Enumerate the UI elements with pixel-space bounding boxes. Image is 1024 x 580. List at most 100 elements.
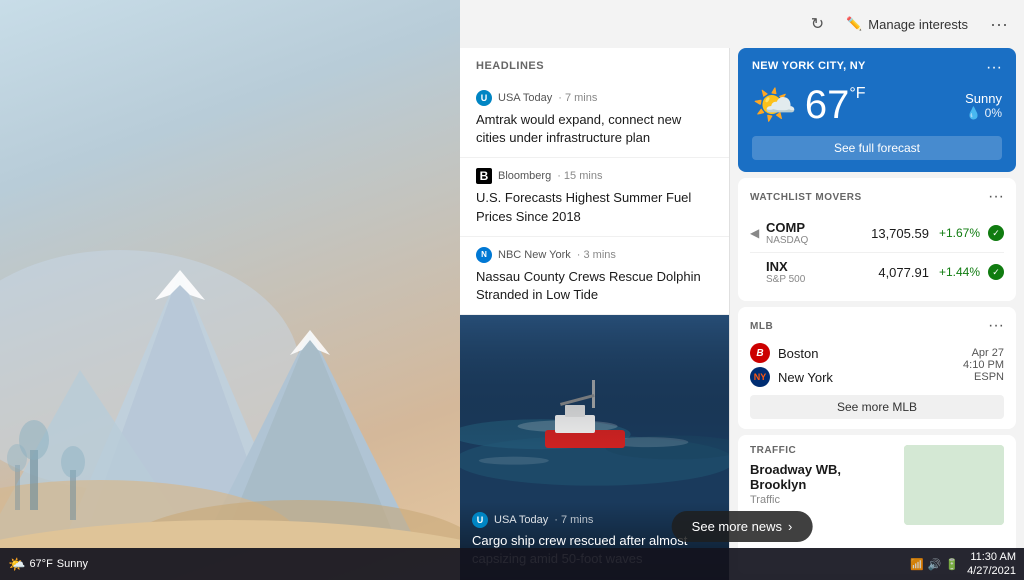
map-background bbox=[904, 445, 1004, 525]
weather-more-button[interactable]: ··· bbox=[986, 60, 1002, 76]
taskbar-weather-temp: 67°F bbox=[29, 558, 52, 570]
stock-info-comp: COMP NASDAQ bbox=[766, 220, 867, 246]
source-row-3: N NBC New York · 3 mins bbox=[476, 247, 713, 263]
stock-row-comp[interactable]: ◀ COMP NASDAQ 13,705.59 +1.67% ✓ bbox=[750, 214, 1004, 253]
sun-icon: 🌤️ bbox=[752, 84, 797, 126]
stock-info-inx: INX S&P 500 bbox=[766, 259, 874, 285]
content-area: HEADLINES U USA Today · 7 mins Amtrak wo… bbox=[460, 48, 1024, 580]
weather-unit: °F bbox=[849, 85, 865, 102]
taskbar-sun-icon: 🌤️ bbox=[8, 556, 25, 573]
mlb-title: MLB bbox=[750, 321, 773, 332]
bloomberg-logo: B bbox=[476, 168, 492, 184]
stock-symbol-comp: COMP bbox=[766, 220, 867, 235]
source-name-2: Bloomberg bbox=[498, 170, 551, 182]
taskbar-system-icons: 📶 🔊 🔋 bbox=[910, 558, 959, 571]
see-forecast-button[interactable]: See full forecast bbox=[752, 136, 1002, 160]
weather-temperature: 67 bbox=[805, 83, 850, 127]
team-logos: B Boston NY New York bbox=[750, 343, 858, 387]
weather-precip: 💧 0% bbox=[965, 106, 1002, 120]
taskbar-battery-icon: 🔋 bbox=[945, 558, 959, 571]
image-article-source: USA Today bbox=[494, 514, 548, 526]
source-row-1: U USA Today · 7 mins bbox=[476, 90, 713, 106]
headline-title-3: Nassau County Crews Rescue Dolphin Stran… bbox=[476, 268, 713, 304]
toolbar: ↻ ✏️ Manage interests ··· bbox=[460, 0, 1024, 48]
manage-interests-label: Manage interests bbox=[868, 17, 968, 32]
watchlist-more-button[interactable]: ··· bbox=[988, 188, 1004, 206]
see-more-news-arrow: › bbox=[788, 519, 792, 534]
stock-market-comp: NASDAQ bbox=[766, 235, 867, 246]
team-name-ny: New York bbox=[778, 370, 858, 385]
weather-temp-row: 🌤️ 67°F bbox=[752, 84, 866, 126]
see-more-news-label: See more news bbox=[692, 519, 782, 534]
source-time-3: · 3 mins bbox=[577, 249, 616, 261]
source-time-1: · 7 mins bbox=[558, 92, 597, 104]
taskbar-weather[interactable]: 🌤️ 67°F Sunny bbox=[8, 556, 88, 573]
traffic-info: TRAFFIC Broadway WB, Brooklyn Traffic bbox=[750, 445, 896, 564]
mlb-card-header: MLB ··· bbox=[750, 317, 1004, 335]
stock-nav-left: ◀ bbox=[750, 226, 762, 240]
stock-verify-comp: ✓ bbox=[988, 225, 1004, 241]
mlb-more-button[interactable]: ··· bbox=[988, 317, 1004, 335]
traffic-label: Traffic bbox=[750, 494, 896, 506]
stock-symbol-inx: INX bbox=[766, 259, 874, 274]
watchlist-card-header: WATCHLIST MOVERS ··· bbox=[750, 188, 1004, 206]
team-row-boston: B Boston bbox=[750, 343, 858, 363]
weather-condition-label: Sunny bbox=[965, 91, 1002, 106]
nbc-logo: N bbox=[476, 247, 492, 263]
traffic-map[interactable]: Bushwick Houses bbox=[904, 445, 1004, 525]
weather-condition-info: Sunny 💧 0% bbox=[965, 91, 1002, 120]
game-info: B Boston NY New York Apr 27 4:10 PM ESPN bbox=[750, 343, 1004, 387]
taskbar-right: 📶 🔊 🔋 11:30 AM 4/27/2021 bbox=[910, 550, 1016, 579]
team-name-boston: Boston bbox=[778, 346, 858, 361]
left-column: HEADLINES U USA Today · 7 mins Amtrak wo… bbox=[460, 48, 730, 580]
boston-logo: B bbox=[750, 343, 770, 363]
stock-market-inx: S&P 500 bbox=[766, 274, 874, 285]
manage-interests-button[interactable]: ✏️ Manage interests bbox=[838, 12, 976, 36]
weather-temp-display: 67°F bbox=[805, 85, 866, 125]
usa-today-logo: U bbox=[476, 90, 492, 106]
right-column: NEW YORK CITY, NY ··· 🌤️ 67°F Sunny 💧 bbox=[730, 48, 1024, 580]
taskbar-network-icon[interactable]: 📶 bbox=[910, 558, 924, 571]
source-row-2: B Bloomberg · 15 mins bbox=[476, 168, 713, 184]
mlb-card: MLB ··· B Boston NY New York bbox=[738, 307, 1016, 429]
see-more-mlb-button[interactable]: See more MLB bbox=[750, 395, 1004, 419]
stock-verify-inx: ✓ bbox=[988, 264, 1004, 280]
traffic-title: TRAFFIC bbox=[750, 445, 896, 456]
headline-item-1[interactable]: U USA Today · 7 mins Amtrak would expand… bbox=[460, 80, 729, 158]
image-article-logo: U bbox=[472, 512, 488, 528]
traffic-location: Broadway WB, Brooklyn bbox=[750, 462, 896, 492]
refresh-icon[interactable]: ↻ bbox=[807, 10, 828, 38]
headline-title-1: Amtrak would expand, connect new cities … bbox=[476, 111, 713, 147]
toolbar-more-button[interactable]: ··· bbox=[986, 11, 1012, 37]
news-panel: ↻ ✏️ Manage interests ··· HEADLINES U US… bbox=[460, 0, 1024, 580]
taskbar-weather-condition: Sunny bbox=[57, 558, 88, 570]
watchlist-title: WATCHLIST MOVERS bbox=[750, 192, 862, 203]
newyork-logo: NY bbox=[750, 367, 770, 387]
taskbar-left: 🌤️ 67°F Sunny bbox=[8, 556, 88, 573]
team-row-ny: NY New York bbox=[750, 367, 858, 387]
source-name-3: NBC New York bbox=[498, 249, 571, 261]
headlines-header: HEADLINES bbox=[460, 48, 729, 80]
game-network: ESPN bbox=[963, 371, 1004, 383]
weather-card-header: NEW YORK CITY, NY ··· bbox=[752, 60, 1002, 76]
weather-main: 🌤️ 67°F Sunny 💧 0% bbox=[752, 84, 1002, 126]
taskbar: 🌤️ 67°F Sunny 📶 🔊 🔋 11:30 AM 4/27/2021 bbox=[0, 548, 1024, 580]
image-article-time: · 7 mins bbox=[554, 514, 593, 526]
weather-city: NEW YORK CITY, NY bbox=[752, 60, 866, 72]
source-time-2: · 15 mins bbox=[557, 170, 602, 182]
taskbar-time-display: 11:30 AM bbox=[967, 550, 1016, 564]
stock-price-inx: 4,077.91 bbox=[878, 265, 929, 280]
source-name-1: USA Today bbox=[498, 92, 552, 104]
stock-row-inx[interactable]: INX S&P 500 4,077.91 +1.44% ✓ bbox=[750, 253, 1004, 291]
pencil-icon: ✏️ bbox=[846, 16, 862, 32]
stock-price-comp: 13,705.59 bbox=[871, 226, 929, 241]
landscape-illustration bbox=[0, 170, 460, 550]
headline-item-3[interactable]: N NBC New York · 3 mins Nassau County Cr… bbox=[460, 237, 729, 315]
precip-value: 0% bbox=[985, 106, 1002, 120]
taskbar-date-display: 4/27/2021 bbox=[967, 564, 1016, 578]
taskbar-volume-icon[interactable]: 🔊 bbox=[928, 558, 942, 571]
see-more-news-button[interactable]: See more news › bbox=[672, 511, 813, 542]
precip-icon: 💧 bbox=[966, 106, 981, 120]
headline-item-2[interactable]: B Bloomberg · 15 mins U.S. Forecasts Hig… bbox=[460, 158, 729, 236]
taskbar-datetime[interactable]: 11:30 AM 4/27/2021 bbox=[967, 550, 1016, 579]
